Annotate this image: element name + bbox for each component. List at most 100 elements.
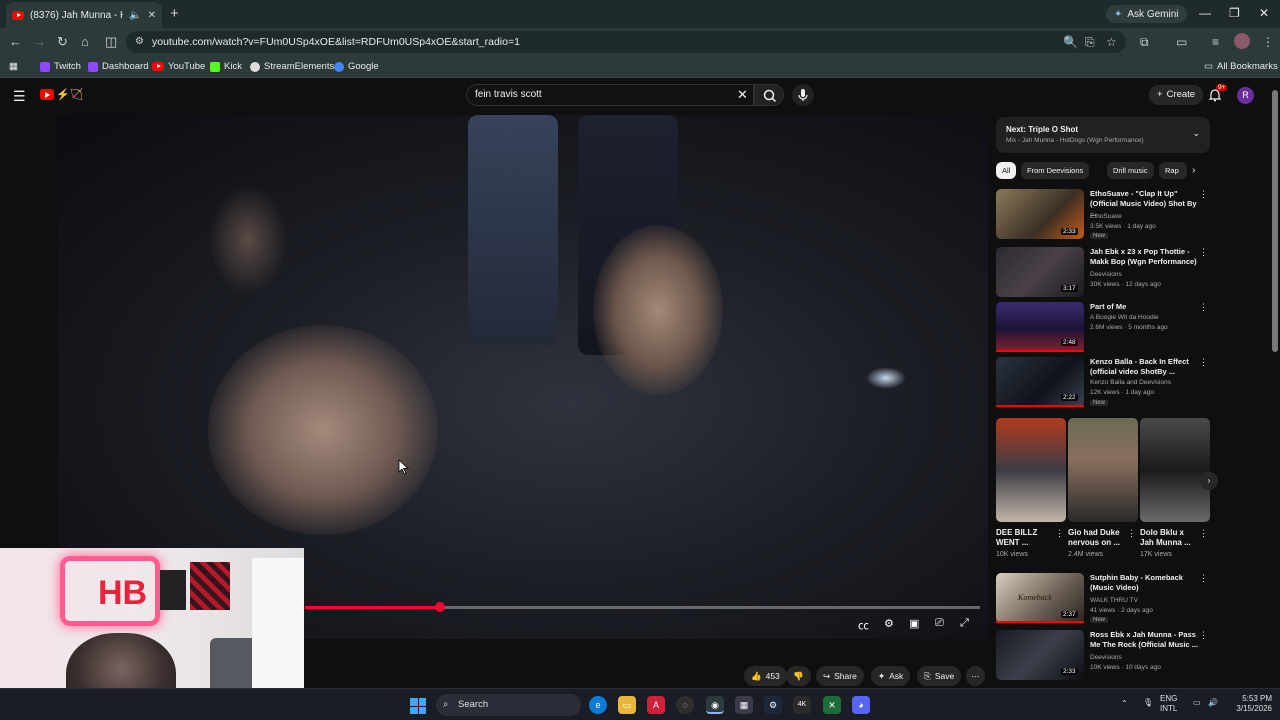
new-tab-icon[interactable]: + [170, 5, 179, 22]
like-button[interactable]: 👍 453 [744, 666, 787, 686]
more-vert-icon[interactable]: ⋮ [1127, 528, 1136, 539]
steam-icon[interactable]: ⚙ [764, 696, 782, 714]
volume-icon[interactable]: 🔊 [1208, 698, 1218, 707]
discord-icon[interactable]: ◕ [852, 696, 870, 714]
video-title[interactable]: Sutphin Baby - Komeback (Music Video) [1090, 573, 1202, 593]
site-info-icon[interactable]: ⚙ [135, 31, 144, 53]
reading-list-icon[interactable]: ▭ [1176, 35, 1187, 49]
chip-from-deevisions[interactable]: From Deevisions [1021, 162, 1090, 179]
chip-drill-music[interactable]: Drill music [1107, 162, 1154, 179]
tray-overflow-icon[interactable]: ⌃ [1121, 699, 1128, 708]
channel-name[interactable]: Deevisions [1090, 271, 1122, 278]
apps-grid-icon[interactable]: ▦ [9, 61, 18, 72]
terminal-icon[interactable]: ✕ [823, 696, 841, 714]
search-input[interactable]: fein travis scott [466, 84, 754, 106]
back-icon[interactable]: ← [9, 34, 22, 49]
account-avatar[interactable]: R [1237, 87, 1254, 104]
zoom-icon[interactable]: 🔍 [1063, 35, 1078, 49]
miniplayer-icon[interactable]: ▣ [909, 617, 919, 630]
chrome-icon[interactable]: ◉ [706, 696, 724, 714]
restore-icon[interactable]: ❐ [1229, 6, 1240, 20]
more-vert-icon[interactable]: ⋮ [1199, 357, 1208, 368]
ask-gemini-button[interactable]: ✦ Ask Gemini [1106, 5, 1187, 23]
clock[interactable]: 5:53 PM 3/15/2026 [1232, 694, 1272, 714]
short-title[interactable]: Gio had Duke nervous on ... [1068, 528, 1126, 548]
install-app-icon[interactable]: ⎘ [1085, 35, 1095, 50]
taskbar-search[interactable]: ⌕ Search [436, 694, 581, 716]
doodle-logo-icon[interactable]: ⚡🏹 [56, 88, 83, 101]
file-explorer-icon[interactable]: ▭ [618, 696, 636, 714]
youtube-logo-icon[interactable] [40, 89, 54, 100]
speaker-icon[interactable]: 🔈 [129, 10, 141, 21]
network-icon[interactable]: ▭ [1193, 698, 1201, 707]
language-indicator[interactable]: ENG INTL [1160, 694, 1177, 714]
home-icon[interactable]: ⌂ [81, 34, 89, 49]
more-vert-icon[interactable]: ⋮ [1199, 302, 1208, 313]
extensions-icon[interactable]: ⧉ [1140, 35, 1149, 50]
page-scrollbar[interactable] [1270, 80, 1280, 688]
bookmark-dashboard[interactable]: Dashboard [88, 61, 148, 72]
list-item[interactable]: 2:33 EthoSuave - "Clap It Up" (Official … [996, 189, 1210, 241]
scrubber-handle[interactable] [435, 602, 445, 612]
video-title[interactable]: Jah Ebk x 23 x Pop Thottie - Makk Bop (W… [1090, 247, 1202, 267]
create-button[interactable]: + Create [1149, 85, 1204, 105]
more-vert-icon[interactable]: ⋮ [1055, 528, 1064, 539]
chevron-right-icon[interactable]: › [1192, 165, 1195, 176]
more-vert-icon[interactable]: ⋮ [1199, 573, 1208, 584]
bookmark-star-icon[interactable]: ☆ [1106, 35, 1117, 49]
chevron-down-icon[interactable]: ⌄ [1192, 128, 1200, 139]
list-item[interactable]: 2:33 Ross Ebk x Jah Munna - Pass Me The … [996, 630, 1210, 682]
bookmark-youtube[interactable]: YouTube [152, 61, 205, 72]
close-window-icon[interactable]: ✕ [1259, 6, 1269, 20]
share-button[interactable]: ↪ Share [816, 666, 864, 686]
short-item[interactable]: DEE BILLZ WENT ... 10K views ⋮ [996, 418, 1066, 558]
more-vert-icon[interactable]: ⋮ [1199, 630, 1208, 641]
fullscreen-icon[interactable]: ⤢ [960, 617, 969, 630]
list-item[interactable]: 2:22 Kenzo Balla - Back In Effect (offic… [996, 357, 1210, 409]
dislike-button[interactable]: 👎 [786, 666, 811, 686]
clear-search-icon[interactable]: ✕ [737, 88, 748, 102]
save-button[interactable]: ⎘ Save [917, 666, 962, 686]
adobe-icon[interactable]: A [647, 696, 665, 714]
side-panel-icon[interactable]: ◫ [105, 34, 117, 50]
short-thumbnail[interactable] [996, 418, 1066, 522]
chip-all[interactable]: All [996, 162, 1017, 179]
ask-button[interactable]: ✦ Ask [871, 666, 911, 686]
bookmark-google[interactable]: Google [334, 61, 379, 72]
4k-app-icon[interactable]: 4K [793, 696, 811, 714]
microphone-icon[interactable]: 🎙 [1143, 698, 1153, 707]
more-actions-button[interactable]: ⋯ [966, 666, 985, 686]
bookmark-streamelements[interactable]: StreamElements [250, 61, 334, 72]
chip-rap[interactable]: Rap [1159, 162, 1187, 179]
reload-icon[interactable]: ↻ [57, 34, 68, 50]
short-title[interactable]: Dolo Bklu x Jah Munna ... [1140, 528, 1198, 548]
bookmark-kick[interactable]: Kick [210, 61, 242, 72]
forward-icon[interactable]: → [33, 34, 46, 49]
profile-avatar[interactable] [1234, 33, 1250, 49]
browser-menu-icon[interactable]: ⋮ [1262, 35, 1274, 49]
address-bar[interactable]: ⚙ youtube.com/watch?v=FUm0USp4xOE&list=R… [126, 31, 1126, 53]
minimize-icon[interactable]: — [1199, 6, 1211, 20]
video-title[interactable]: Kenzo Balla - Back In Effect (official v… [1090, 357, 1202, 377]
list-item[interactable]: 2:48 Part of Me A Boogie Wit da Hoodie 2… [996, 302, 1210, 354]
windows-start-icon[interactable] [410, 698, 426, 714]
channel-name[interactable]: A Boogie Wit da Hoodie [1090, 314, 1159, 321]
short-thumbnail[interactable] [1140, 418, 1210, 522]
more-vert-icon[interactable]: ⋮ [1199, 528, 1208, 539]
up-next-panel[interactable]: Next: Triple O Shot Mix - Jah Munna - Ho… [996, 117, 1210, 153]
keyboard-app-icon[interactable]: ▦ [735, 696, 753, 714]
shorts-next-button[interactable]: › [1200, 472, 1218, 490]
tab-search-icon[interactable]: ≡ [1212, 35, 1219, 49]
search-button[interactable] [754, 84, 784, 106]
channel-name[interactable]: WALK THRU TV [1090, 597, 1138, 604]
all-bookmarks-button[interactable]: ▭ All Bookmarks [1204, 61, 1278, 72]
channel-name[interactable]: Deevisions [1090, 654, 1122, 661]
browser-tab[interactable]: (8376) Jah Munna - HotDog 🔈 ✕ [6, 2, 162, 28]
video-progress-bar[interactable] [305, 602, 980, 612]
video-title[interactable]: Ross Ebk x Jah Munna - Pass Me The Rock … [1090, 630, 1202, 650]
short-title[interactable]: DEE BILLZ WENT ... [996, 528, 1054, 548]
list-item[interactable]: Komeback 2:37 Sutphin Baby - Komeback (M… [996, 573, 1210, 625]
edge-icon[interactable]: e [589, 696, 607, 714]
short-item[interactable]: Dolo Bklu x Jah Munna ... 17K views ⋮ [1140, 418, 1210, 558]
settings-gear-icon[interactable]: ⚙ [884, 617, 894, 630]
